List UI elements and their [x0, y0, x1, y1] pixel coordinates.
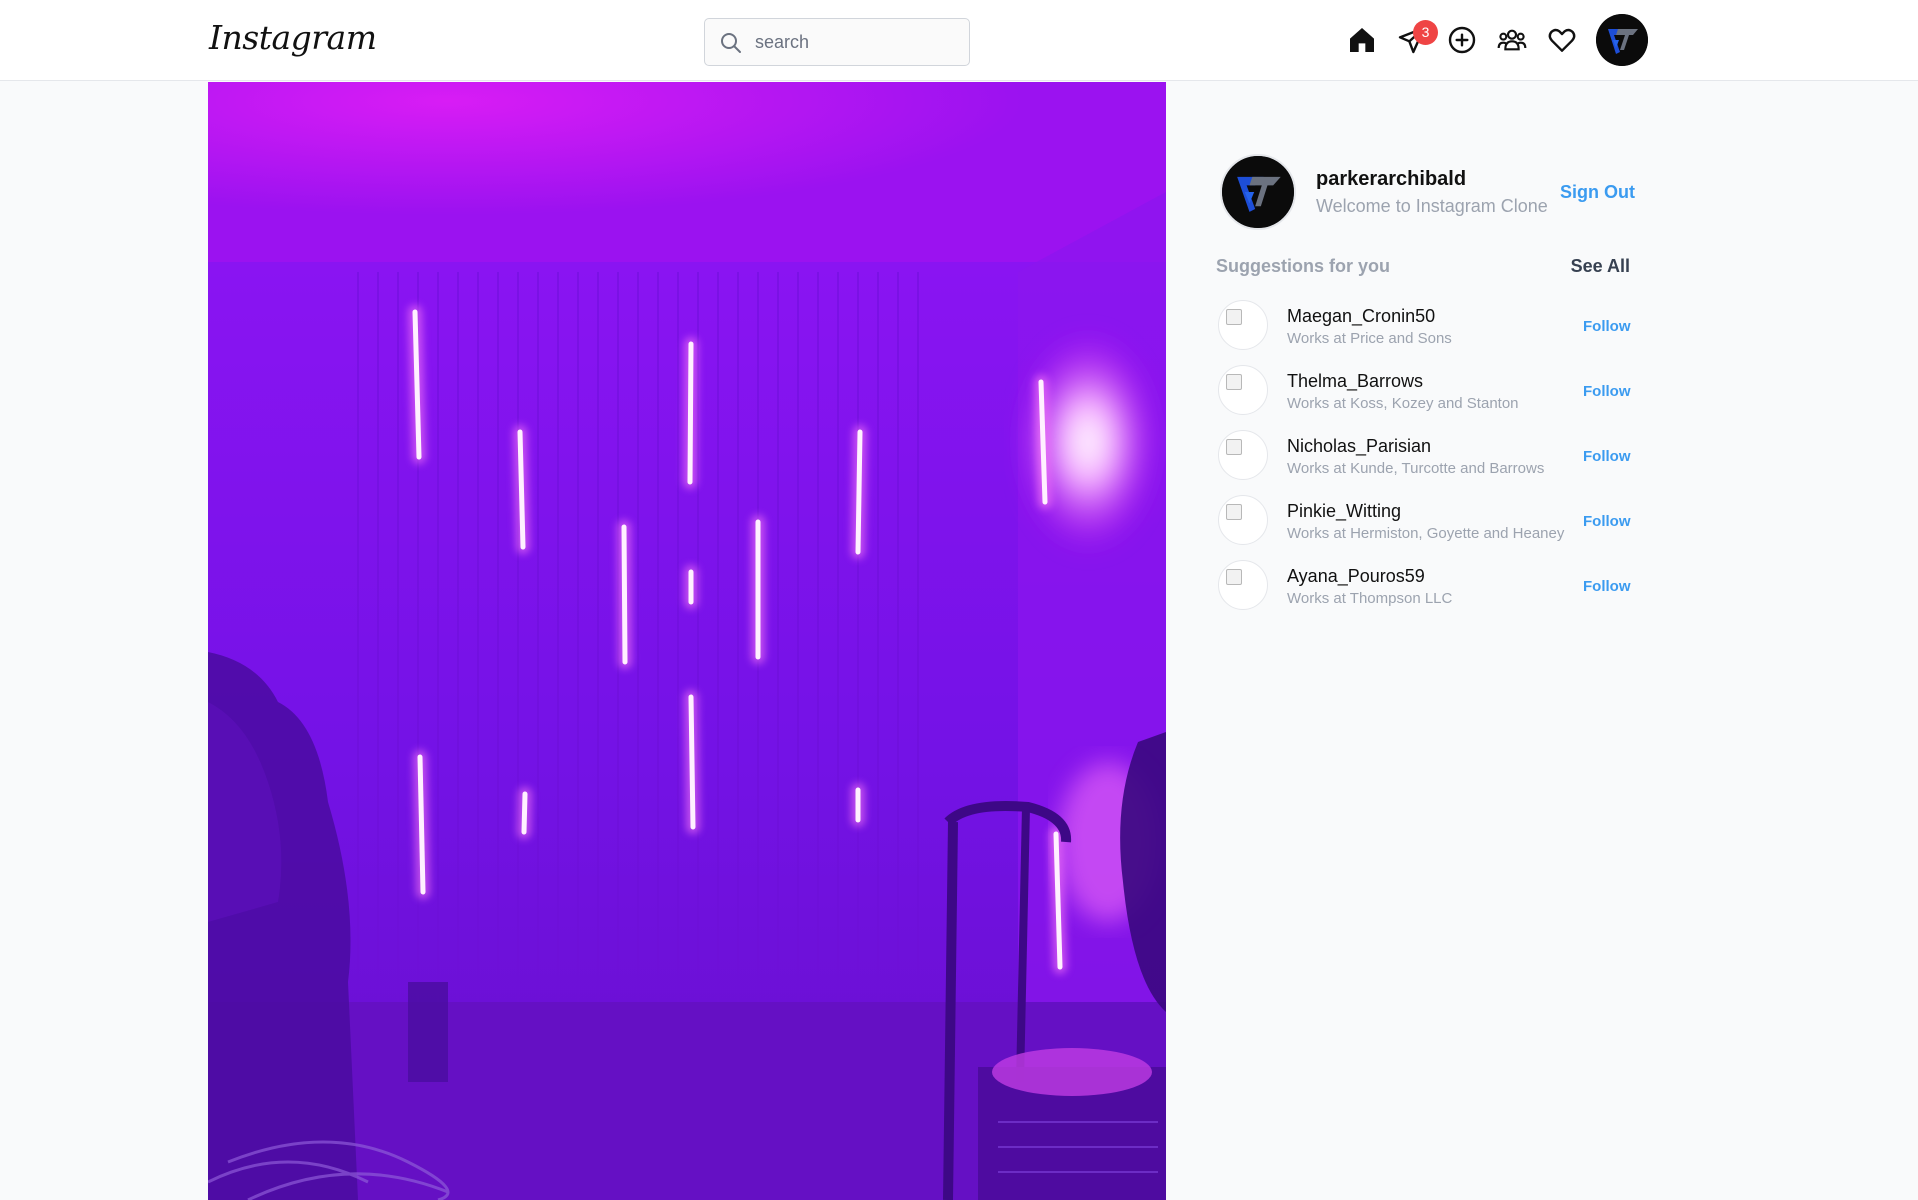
suggestion-workplace: Works at Hermiston, Goyette and Heaney: [1287, 525, 1565, 542]
suggestion-avatar[interactable]: [1218, 560, 1268, 610]
list-item: Pinkie_Witting Works at Hermiston, Goyet…: [1216, 495, 1631, 560]
instagram-logo[interactable]: Instagram: [209, 14, 377, 62]
broken-image-icon: [1226, 569, 1242, 585]
create-post-icon[interactable]: [1446, 24, 1478, 56]
suggestions-title: Suggestions for you: [1216, 256, 1391, 276]
suggestion-avatar[interactable]: [1218, 495, 1268, 545]
messages-badge: 3: [1413, 20, 1438, 45]
current-username[interactable]: parkerarchibald: [1316, 168, 1466, 191]
suggestion-username[interactable]: Maegan_Cronin50: [1287, 306, 1435, 327]
list-item: Ayana_Pouros59 Works at Thompson LLC Fol…: [1216, 560, 1631, 625]
suggestions-header: Suggestions for you See All: [1216, 256, 1630, 280]
suggestion-workplace: Works at Koss, Kozey and Stanton: [1287, 395, 1519, 412]
suggestion-avatar[interactable]: [1218, 430, 1268, 480]
follow-button[interactable]: Follow: [1583, 513, 1631, 530]
list-item: Nicholas_Parisian Works at Kunde, Turcot…: [1216, 430, 1631, 495]
suggestion-username[interactable]: Ayana_Pouros59: [1287, 566, 1425, 587]
list-item: Maegan_Cronin50 Works at Price and Sons …: [1216, 300, 1631, 365]
sign-out-button[interactable]: Sign Out: [1560, 182, 1635, 203]
suggestion-username[interactable]: Pinkie_Witting: [1287, 501, 1401, 522]
follow-button[interactable]: Follow: [1583, 578, 1631, 595]
broken-image-icon: [1226, 504, 1242, 520]
follow-button[interactable]: Follow: [1583, 318, 1631, 335]
see-all-button[interactable]: See All: [1571, 256, 1630, 277]
broken-image-icon: [1226, 374, 1242, 390]
search-box[interactable]: [704, 18, 970, 66]
profile-avatar[interactable]: [1596, 14, 1648, 66]
heart-icon[interactable]: [1546, 24, 1578, 56]
suggestion-avatar[interactable]: [1218, 300, 1268, 350]
welcome-text: Welcome to Instagram Clone: [1316, 196, 1548, 216]
suggestion-avatar[interactable]: [1218, 365, 1268, 415]
search-icon: [721, 33, 741, 53]
broken-image-icon: [1226, 309, 1242, 325]
home-icon[interactable]: [1346, 24, 1378, 56]
people-icon[interactable]: [1496, 24, 1528, 56]
current-user-avatar[interactable]: [1220, 154, 1296, 230]
current-user-card: parkerarchibald Welcome to Instagram Clo…: [1216, 150, 1636, 230]
top-navbar: Instagram 3: [0, 0, 1918, 81]
suggestion-username[interactable]: Thelma_Barrows: [1287, 371, 1423, 392]
suggestion-workplace: Works at Kunde, Turcotte and Barrows: [1287, 460, 1545, 477]
suggestion-workplace: Works at Price and Sons: [1287, 330, 1452, 347]
list-item: Thelma_Barrows Works at Koss, Kozey and …: [1216, 365, 1631, 430]
broken-image-icon: [1226, 439, 1242, 455]
suggestions-list: Maegan_Cronin50 Works at Price and Sons …: [1216, 300, 1631, 625]
follow-button[interactable]: Follow: [1583, 383, 1631, 400]
suggestion-username[interactable]: Nicholas_Parisian: [1287, 436, 1431, 457]
suggestion-workplace: Works at Thompson LLC: [1287, 590, 1453, 607]
search-input[interactable]: [755, 29, 955, 55]
post-photo[interactable]: [208, 82, 1166, 1200]
follow-button[interactable]: Follow: [1583, 448, 1631, 465]
